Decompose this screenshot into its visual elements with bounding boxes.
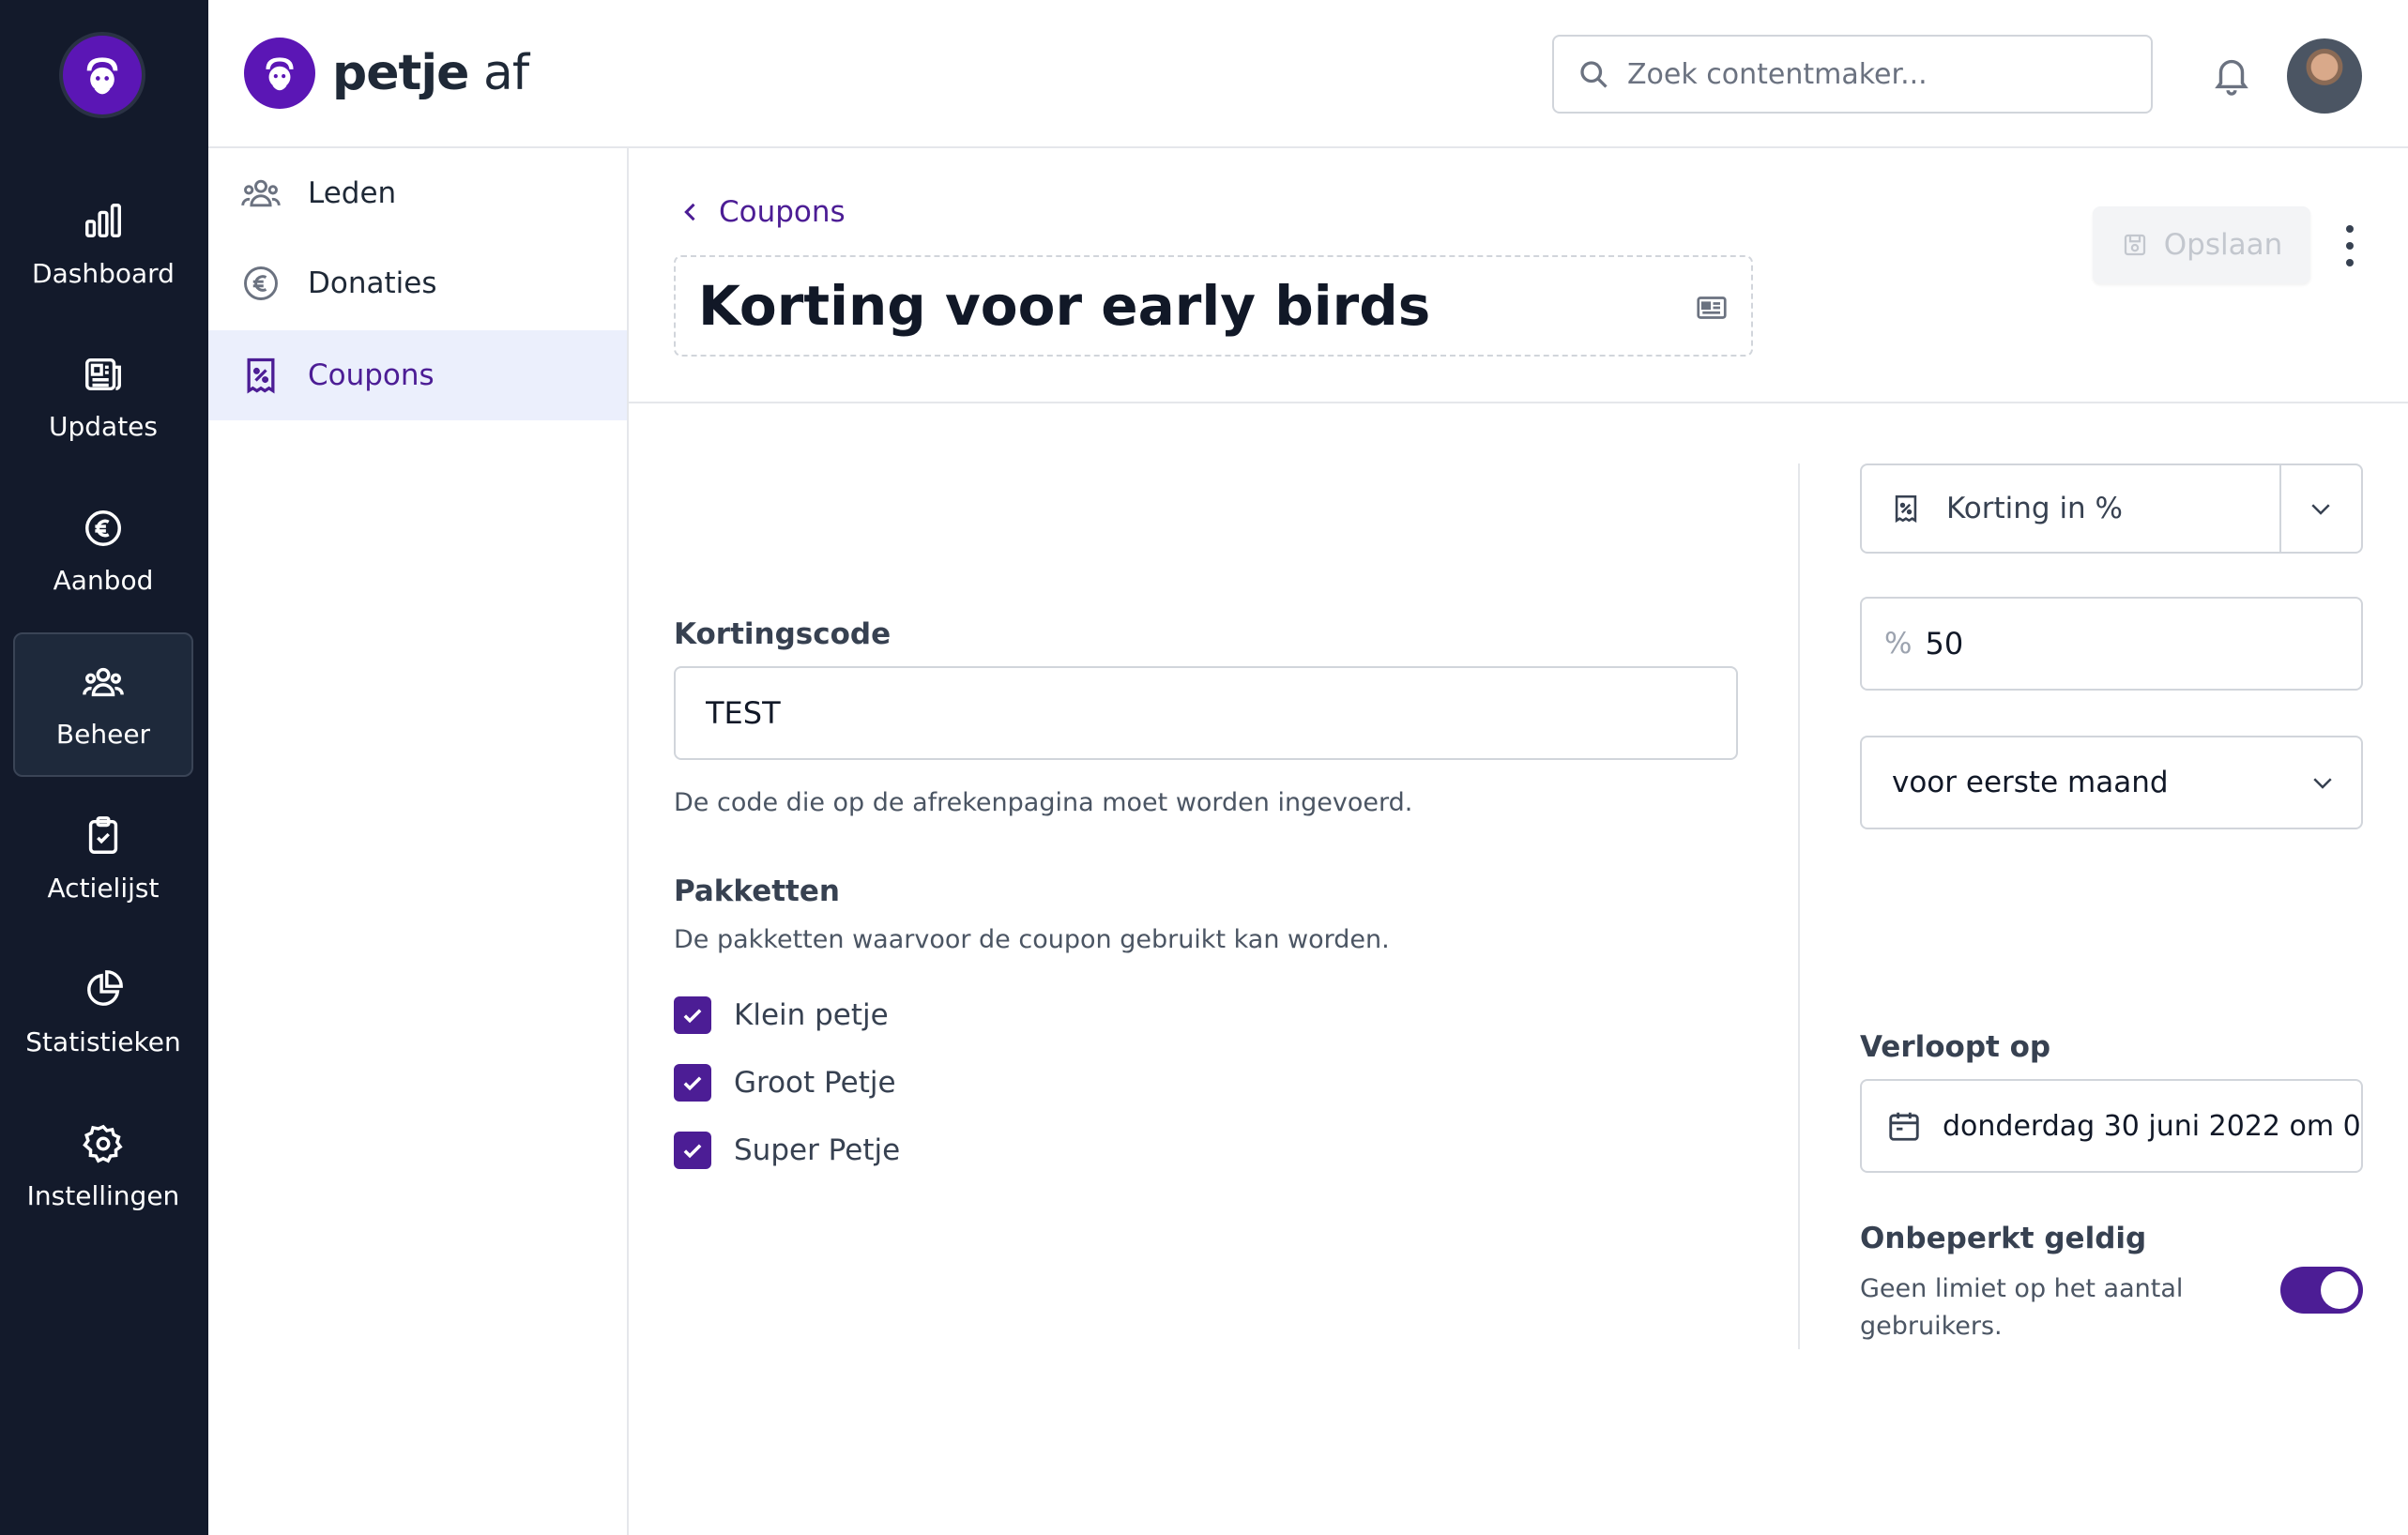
petje-logo-icon [86,57,118,95]
pie-chart-icon [87,969,123,1006]
chevron-down-icon [2313,778,2332,789]
save-icon [2124,234,2145,256]
checkmark-icon [683,1076,702,1091]
subnav-item-leden[interactable]: Leden [208,148,627,238]
app-root: Dashboard Updates Aanbod Beheer Actielij… [0,0,2408,1535]
rail-item-label: Actielijst [47,872,160,904]
back-link[interactable]: Coupons [678,195,846,229]
main-rail: Dashboard Updates Aanbod Beheer Actielij… [0,0,208,1535]
euro-icon [85,509,121,546]
title-editor[interactable]: Korting voor early birds [674,255,1753,357]
subnav-item-label: Coupons [308,358,434,392]
expires-date-input[interactable]: donderdag 30 juni 2022 om 00:00 [1860,1079,2363,1173]
package-label: Groot Petje [734,1066,896,1100]
checkbox[interactable] [674,996,711,1034]
search-box[interactable] [1552,35,2153,114]
subnav-item-label: Leden [308,176,397,210]
rail-item-label: Beheer [55,718,151,750]
calendar-icon [1889,1112,1919,1141]
discount-type-toggle[interactable] [2281,494,2361,523]
percent-symbol: % [1884,627,1913,661]
bar-chart-icon [85,203,121,237]
receipt-percent-icon [1895,494,1917,524]
avatar[interactable] [2287,38,2362,114]
subnav-item-donaties[interactable]: Donaties [208,238,627,328]
secondary-nav: Leden Donaties Coupons [208,148,629,1535]
expires-date-value: donderdag 30 juni 2022 om 00:00 [1943,1109,2361,1143]
duration-value: voor eerste maand [1892,766,2169,799]
rail-item-label: Dashboard [32,257,175,289]
code-label: Kortingscode [674,617,892,651]
discount-type-value[interactable]: Korting in % [1862,465,2281,552]
search-icon [1580,61,1608,88]
brand-logo-icon [244,38,315,109]
rail-item-label: Updates [49,410,158,442]
id-card-icon[interactable] [1695,291,1729,325]
rail-item-statistieken[interactable]: Statistieken [13,940,193,1085]
package-item[interactable]: Klein petje [674,981,900,1049]
chevron-left-icon [684,203,695,221]
discount-type-label: Korting in % [1946,492,2124,525]
checkmark-icon [683,1144,702,1159]
subnav-item-label: Donaties [308,266,437,300]
back-link-label: Coupons [719,195,846,229]
top-bar: petje af [208,0,2408,148]
checkmark-icon [683,1009,702,1024]
page-title[interactable]: Korting voor early birds [698,274,1430,338]
package-item[interactable]: Groot Petje [674,1049,900,1117]
rail-item-label: Aanbod [53,564,154,596]
unlimited-help: Geen limiet op het aantal gebruikers. [1860,1274,2184,1341]
app-logo[interactable] [59,32,145,118]
checkbox[interactable] [674,1064,711,1102]
main-content: Coupons Korting voor early birds Opslaan… [629,148,2408,1535]
column-divider [1798,464,1800,1349]
search-input[interactable] [1627,57,2134,91]
users-icon [83,667,124,696]
rail-item-actielijst[interactable]: Actielijst [13,786,193,931]
rail-item-dashboard[interactable]: Dashboard [13,172,193,316]
unlimited-toggle[interactable] [2280,1267,2363,1314]
save-button-label: Opslaan [2163,228,2283,262]
packages-label: Pakketten [674,874,840,908]
save-button[interactable]: Opslaan [2093,206,2310,283]
package-label: Super Petje [734,1133,901,1167]
package-label: Klein petje [734,998,889,1032]
percentage-input[interactable]: % 50 [1860,597,2363,691]
package-list: Klein petje Groot Petje Super Petje [674,981,900,1184]
discount-type-select[interactable]: Korting in % [1860,464,2363,554]
rail-item-label: Instellingen [26,1179,180,1211]
bell-icon[interactable] [2210,53,2253,96]
page-header: Coupons Korting voor early birds Opslaan [629,148,2408,403]
rail-item-aanbod[interactable]: Aanbod [13,479,193,623]
chevron-down-icon [2311,504,2330,515]
users-icon [241,179,281,207]
percentage-value[interactable]: 50 [1925,626,1963,661]
duration-select[interactable]: voor eerste maand [1860,736,2363,829]
brand-name: petje af [332,45,529,101]
more-options-icon[interactable] [2337,225,2363,266]
rail-item-label: Statistieken [25,1026,181,1057]
code-help: De code die op de afrekenpagina moet wor… [674,788,1413,817]
newspaper-icon [85,357,121,390]
rail-item-beheer[interactable]: Beheer [13,632,193,777]
code-input[interactable] [674,666,1738,760]
euro-icon [244,266,278,300]
subnav-item-coupons[interactable]: Coupons [208,330,627,420]
receipt-percent-icon [247,357,275,394]
checkbox[interactable] [674,1132,711,1169]
toggle-knob [2321,1271,2358,1309]
unlimited-label: Onbeperkt geldig [1860,1222,2147,1255]
clipboard-check-icon [88,815,118,854]
packages-help: De pakketten waarvoor de coupon gebruikt… [674,925,1390,954]
expires-label: Verloopt op [1860,1030,2051,1064]
rail-item-updates[interactable]: Updates [13,325,193,469]
brand[interactable]: petje af [244,38,529,109]
gear-icon [83,1124,123,1163]
package-item[interactable]: Super Petje [674,1117,900,1184]
brand-name-light: af [482,45,529,101]
rail-item-instellingen[interactable]: Instellingen [13,1094,193,1239]
brand-name-bold: petje [332,45,469,101]
